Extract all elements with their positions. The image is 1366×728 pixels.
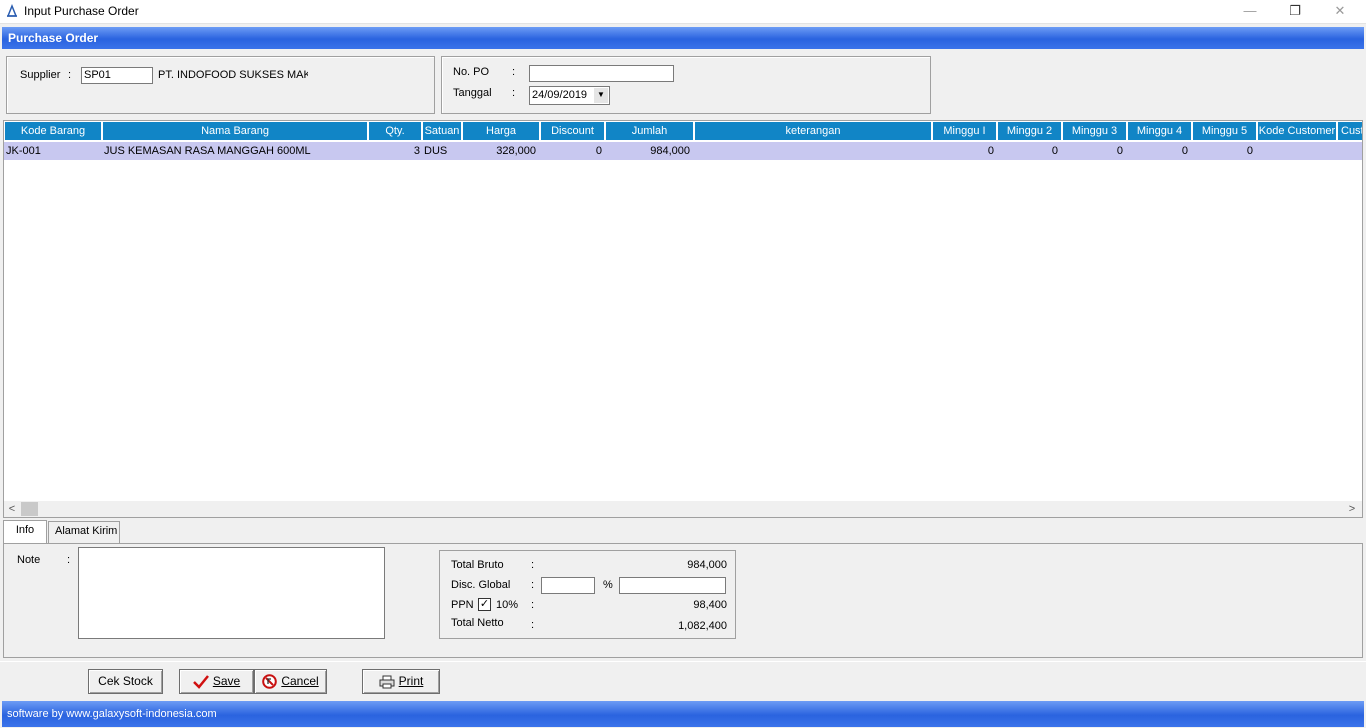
supplier-code-input[interactable]: SP01 [81, 67, 153, 84]
total-netto-label: Total Netto [451, 617, 504, 629]
column-header-minggu-1[interactable]: Minggu I [933, 122, 998, 140]
print-label: Print [398, 674, 424, 688]
window-title: Input Purchase Order [24, 4, 139, 18]
total-netto-value: 1,082,400 [678, 620, 727, 632]
save-label: Save [212, 674, 241, 688]
note-colon: : [67, 554, 71, 566]
cell-kode-customer[interactable] [1259, 142, 1337, 160]
column-header-kode-customer[interactable]: Kode Customer [1258, 122, 1338, 140]
info-panel: Note : Total Bruto : 984,000 Disc. Globa… [3, 543, 1363, 658]
supplier-colon: : [68, 69, 72, 81]
scroll-left-icon[interactable]: < [4, 501, 20, 517]
scroll-right-icon[interactable]: > [1344, 501, 1360, 517]
column-header-discount[interactable]: Discount [541, 122, 606, 140]
cell-keterangan[interactable] [696, 142, 932, 160]
disc-global-label: Disc. Global [451, 579, 511, 591]
horizontal-scrollbar[interactable]: < > [4, 501, 1362, 517]
date-picker[interactable]: 24/09/2019 ▼ [529, 86, 610, 105]
column-header-harga[interactable]: Harga [463, 122, 541, 140]
total-bruto-colon: : [531, 559, 535, 571]
cek-stock-label: Cek Stock [98, 674, 153, 688]
ppn-colon: : [531, 599, 535, 611]
chevron-down-icon[interactable]: ▼ [594, 88, 608, 103]
column-header-kode-barang[interactable]: Kode Barang [5, 122, 103, 140]
cell-nama-barang[interactable]: JUS KEMASAN RASA MANGGAH 600ML [104, 142, 368, 160]
cell-qty[interactable]: 3 [369, 142, 420, 160]
supplier-label: Supplier [20, 69, 61, 81]
action-bar: Cek Stock Save Cancel Print [0, 661, 1366, 699]
column-header-minggu-4[interactable]: Minggu 4 [1128, 122, 1193, 140]
totals-panel: Total Bruto : 984,000 Disc. Global : % P… [439, 550, 736, 639]
cell-cust[interactable] [1339, 142, 1362, 160]
ppn-rate: 10% [496, 599, 519, 611]
po-group: No. PO : Tanggal : 24/09/2019 ▼ [441, 56, 931, 114]
po-number-colon: : [512, 66, 516, 78]
tab-alamat-kirim[interactable]: Alamat Kirim [48, 521, 120, 543]
disc-amount-input[interactable] [619, 577, 726, 594]
title-bar: Input Purchase Order — ❐ ✕ [0, 0, 1366, 24]
checkmark-icon [192, 675, 209, 689]
cell-jumlah[interactable]: 984,000 [606, 142, 690, 160]
column-header-minggu-2[interactable]: Minggu 2 [998, 122, 1063, 140]
ppn-label: PPN [451, 599, 474, 611]
save-button[interactable]: Save [179, 669, 254, 694]
cell-harga[interactable]: 328,000 [463, 142, 536, 160]
cancel-icon [262, 674, 278, 690]
disc-percent-input[interactable] [541, 577, 595, 594]
cancel-label: Cancel [281, 674, 319, 688]
order-items-grid[interactable]: Kode Barang Nama Barang Qty. Satuan Harg… [3, 120, 1363, 518]
restore-button[interactable]: ❐ [1273, 0, 1317, 24]
column-header-cust[interactable]: Cust [1338, 122, 1362, 140]
date-label: Tanggal [453, 87, 492, 99]
column-header-keterangan[interactable]: keterangan [695, 122, 933, 140]
cell-minggu-1[interactable]: 0 [933, 142, 994, 160]
cell-minggu-2[interactable]: 0 [998, 142, 1058, 160]
cell-minggu-4[interactable]: 0 [1128, 142, 1188, 160]
cek-stock-button[interactable]: Cek Stock [88, 669, 163, 694]
note-label: Note [17, 554, 41, 566]
column-header-jumlah[interactable]: Jumlah [606, 122, 695, 140]
total-bruto-label: Total Bruto [451, 559, 504, 571]
status-bar: software by www.galaxysoft-indonesia.com [2, 701, 1364, 727]
cell-discount[interactable]: 0 [541, 142, 602, 160]
percent-sign: % [603, 579, 613, 591]
tab-info[interactable]: Info [3, 520, 47, 543]
printer-icon [379, 675, 395, 689]
supplier-group: Supplier : SP01 PT. INDOFOOD SUKSES MAKM… [6, 56, 435, 114]
app-icon [6, 4, 18, 17]
scrollbar-thumb[interactable] [21, 502, 38, 516]
po-number-label: No. PO [453, 66, 490, 78]
cancel-button[interactable]: Cancel [254, 669, 327, 694]
grid-header: Kode Barang Nama Barang Qty. Satuan Harg… [4, 122, 1362, 141]
date-value: 24/09/2019 [532, 89, 588, 101]
column-header-satuan[interactable]: Satuan [423, 122, 463, 140]
cell-kode-barang[interactable]: JK-001 [6, 142, 102, 160]
ppn-value: 98,400 [693, 599, 727, 611]
close-button[interactable]: ✕ [1318, 0, 1362, 24]
disc-global-colon: : [531, 579, 535, 591]
note-textarea[interactable] [78, 547, 385, 639]
cell-minggu-5[interactable]: 0 [1193, 142, 1253, 160]
total-bruto-value: 984,000 [687, 559, 727, 571]
minimize-button[interactable]: — [1228, 0, 1272, 24]
column-header-minggu-5[interactable]: Minggu 5 [1193, 122, 1258, 140]
form-header: Purchase Order [2, 27, 1364, 49]
date-colon: : [512, 87, 516, 99]
ppn-checkbox[interactable]: ✓ [478, 598, 491, 611]
cell-minggu-3[interactable]: 0 [1063, 142, 1123, 160]
print-button[interactable]: Print [362, 669, 440, 694]
cell-satuan[interactable]: DUS [424, 142, 462, 160]
column-header-minggu-3[interactable]: Minggu 3 [1063, 122, 1128, 140]
po-number-input[interactable] [529, 65, 674, 82]
column-header-qty[interactable]: Qty. [369, 122, 423, 140]
total-netto-colon: : [531, 619, 535, 631]
supplier-name: PT. INDOFOOD SUKSES MAKMU [158, 69, 308, 81]
column-header-nama-barang[interactable]: Nama Barang [103, 122, 369, 140]
table-row[interactable]: JK-001 JUS KEMASAN RASA MANGGAH 600ML 3 … [4, 142, 1362, 160]
